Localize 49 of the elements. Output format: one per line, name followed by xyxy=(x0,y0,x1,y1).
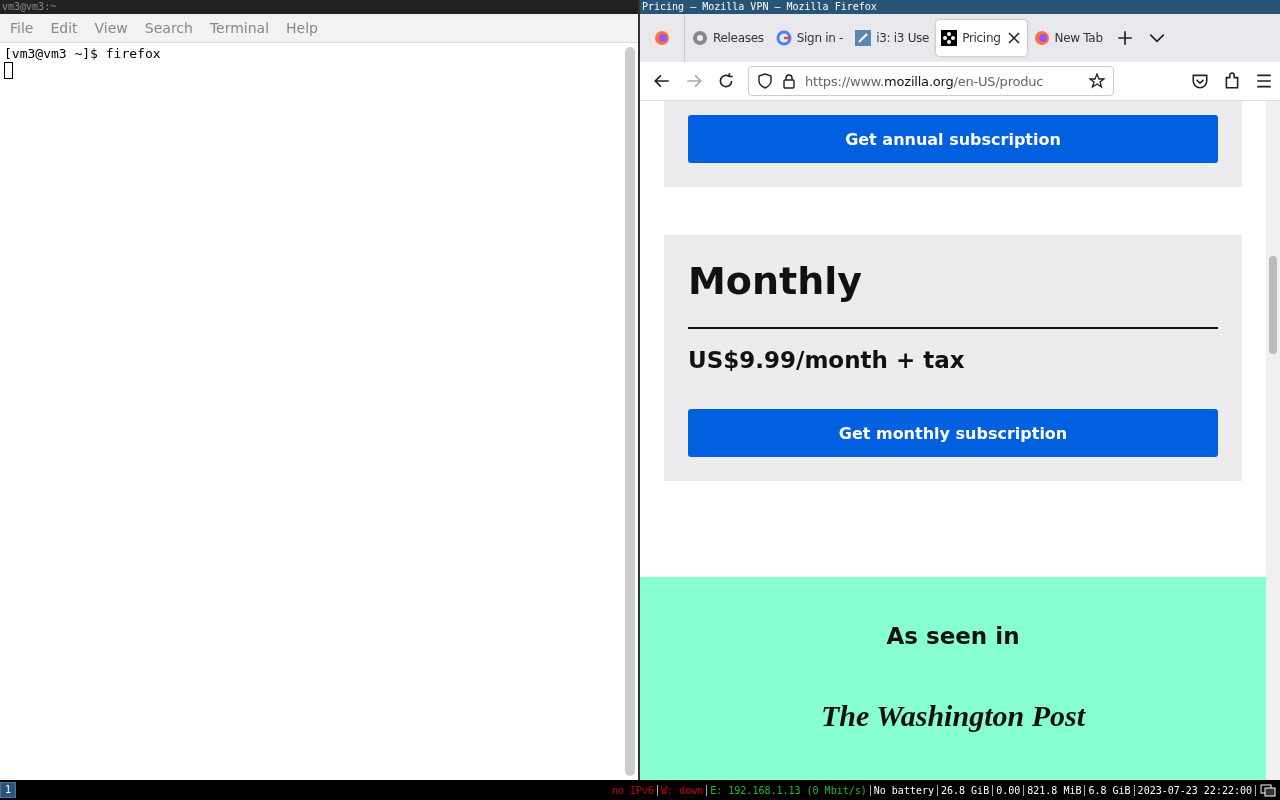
menu-item[interactable]: Help xyxy=(286,20,318,36)
scrollbar-thumb[interactable] xyxy=(1269,256,1277,354)
status-item: 2023-07-23 22:22:00 xyxy=(1134,784,1256,796)
firefox-icon[interactable] xyxy=(654,30,670,46)
address-bar[interactable]: https://www.mozilla.org/en-US/produc xyxy=(748,66,1114,96)
window-icon xyxy=(855,30,872,46)
g-icon xyxy=(775,30,792,46)
status-item: 821.8 MiB xyxy=(1024,784,1086,796)
lock-icon xyxy=(781,73,797,89)
menu-icon[interactable] xyxy=(1255,72,1273,90)
window-title: Pricing — Mozilla VPN — Mozilla Firefox xyxy=(640,0,1280,14)
back-icon[interactable] xyxy=(653,72,671,90)
browser-tab[interactable]: Sign in - xyxy=(770,20,849,56)
browser-tab[interactable]: Pricing xyxy=(936,20,1027,56)
status-item: 6.8 GiB xyxy=(1085,784,1135,796)
status-item: E: 192.168.1.13 (0 Mbit/s) xyxy=(707,784,871,796)
status-item: no IPv6 xyxy=(608,784,659,796)
plan-title: Monthly xyxy=(688,259,863,303)
menu-item[interactable]: Edit xyxy=(50,20,78,36)
close-icon[interactable] xyxy=(1005,30,1022,46)
scrollbar[interactable] xyxy=(625,47,635,776)
menu-item[interactable]: File xyxy=(10,20,34,36)
status-item: 26.8 GiB xyxy=(938,784,994,796)
network-icon[interactable] xyxy=(1260,782,1276,798)
subscribe-button[interactable]: Get monthly subscription xyxy=(688,409,1218,457)
plan-price: US$9.99/month + tax xyxy=(688,347,966,373)
status-item: No battery xyxy=(870,784,938,796)
newspaper-logo: The Washington Post xyxy=(821,699,1085,733)
menu-item[interactable]: Terminal xyxy=(209,20,270,36)
browser-tab[interactable]: i3: i3 Use xyxy=(850,20,935,56)
browser-tab[interactable]: Releases xyxy=(687,20,769,56)
terminal-line: [vm3@vm3 ~]$ firefox xyxy=(4,46,162,62)
nodes-icon xyxy=(941,30,958,46)
window-title: vm3@vm3:~ xyxy=(0,0,638,14)
firefox-icon xyxy=(1033,30,1050,46)
shield-icon xyxy=(757,73,773,89)
reload-icon[interactable] xyxy=(717,72,735,90)
pocket-icon[interactable] xyxy=(1191,72,1209,90)
status-item: W: down xyxy=(658,784,708,796)
plus-icon[interactable] xyxy=(1115,29,1134,47)
section-heading: As seen in xyxy=(886,623,1020,649)
menu-item[interactable]: Search xyxy=(144,20,193,36)
status-item: 0.00 xyxy=(993,784,1025,796)
browser-tab[interactable]: New Tab xyxy=(1028,20,1108,56)
cursor xyxy=(4,62,13,79)
workspace-button[interactable]: 1 xyxy=(0,782,17,798)
subscribe-button[interactable]: Get annual subscription xyxy=(688,115,1218,163)
menu-item[interactable]: View xyxy=(94,20,128,36)
star-icon[interactable] xyxy=(1089,73,1105,89)
